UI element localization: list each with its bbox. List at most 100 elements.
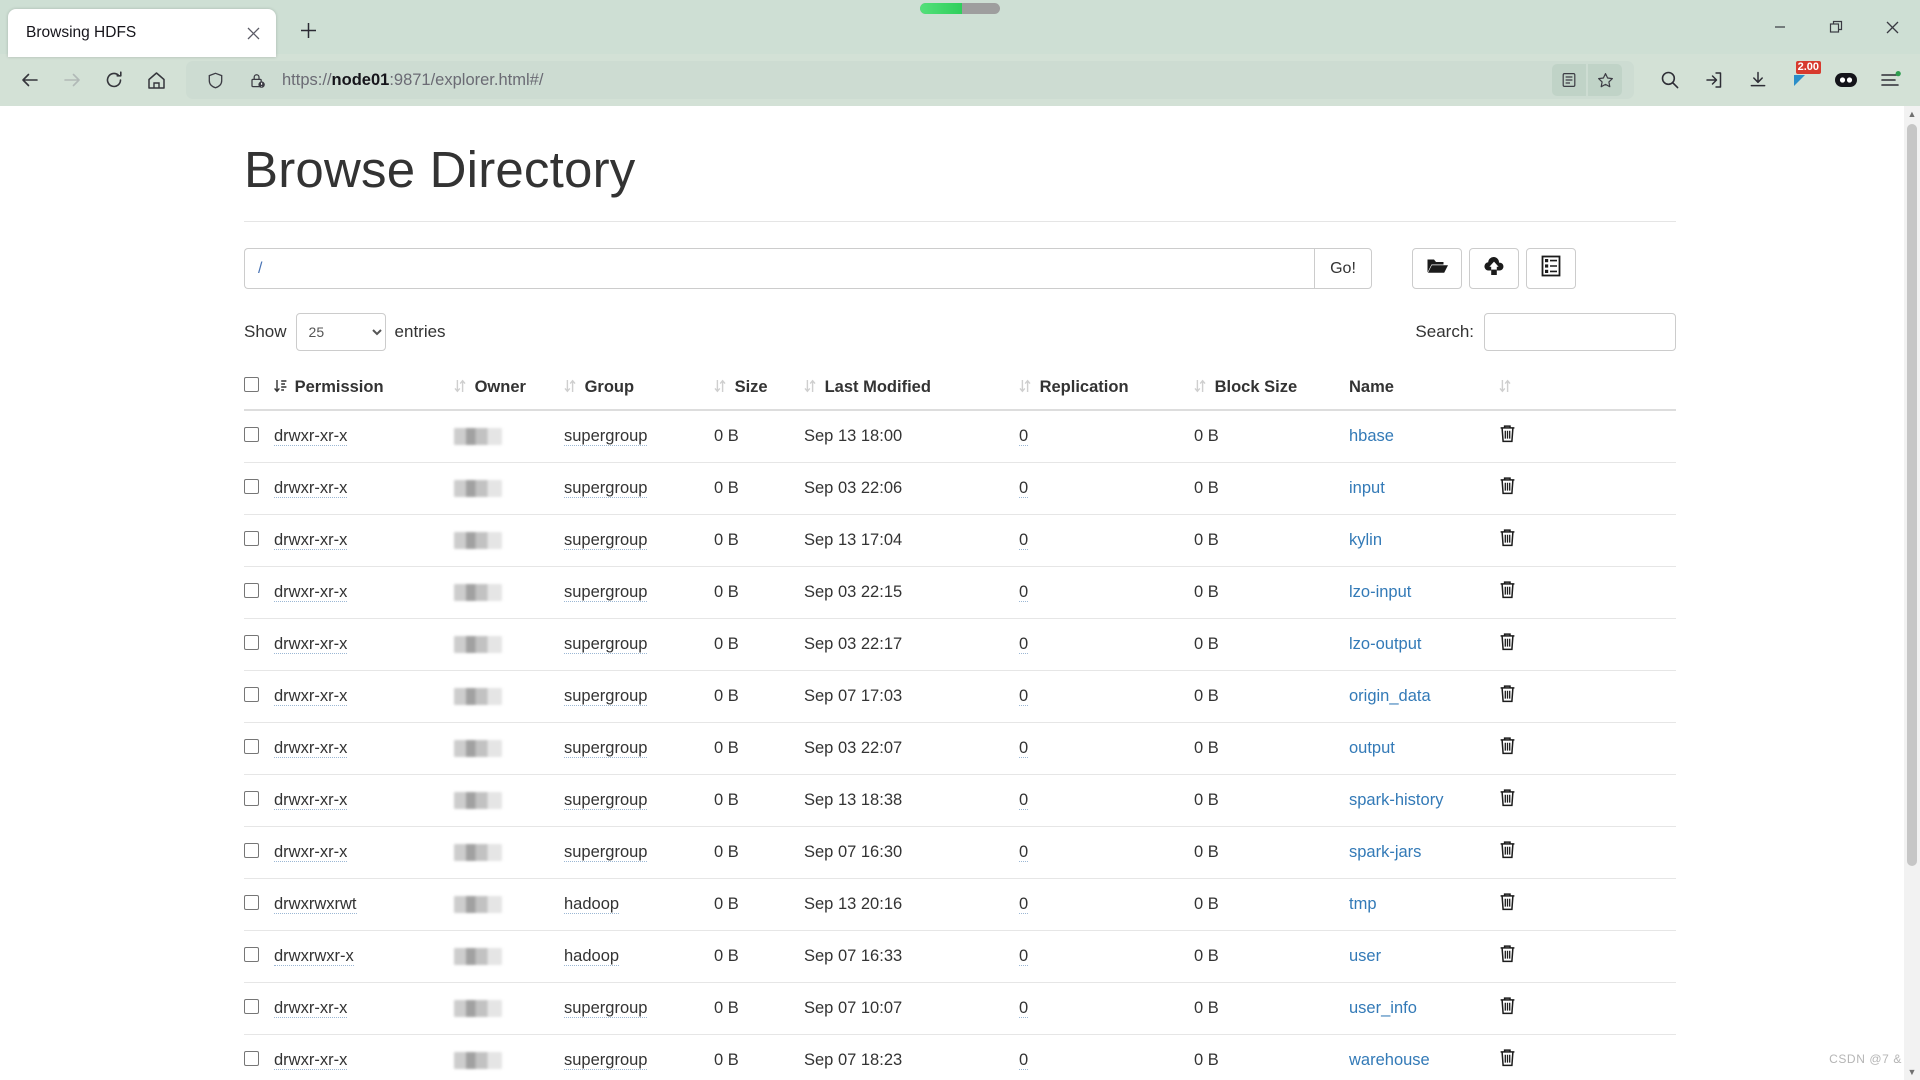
- row-checkbox[interactable]: [244, 634, 259, 650]
- column-header-last-modified[interactable]: Last Modified: [804, 367, 1019, 411]
- row-checkbox[interactable]: [244, 790, 259, 806]
- go-button[interactable]: Go!: [1314, 248, 1372, 289]
- row-select-cell[interactable]: [244, 618, 274, 671]
- row-select-cell[interactable]: [244, 462, 274, 515]
- delete-icon[interactable]: [1499, 477, 1516, 500]
- extension-icon[interactable]: 2.00: [1782, 60, 1822, 100]
- delete-icon[interactable]: [1499, 997, 1516, 1020]
- directory-link[interactable]: spark-history: [1349, 791, 1443, 809]
- delete-icon[interactable]: [1499, 633, 1516, 656]
- column-header-actions[interactable]: [1499, 367, 1676, 411]
- directory-link[interactable]: user: [1349, 947, 1381, 965]
- row-select-cell[interactable]: [244, 878, 274, 931]
- sort-icon[interactable]: [1499, 379, 1515, 396]
- delete-icon[interactable]: [1499, 945, 1516, 968]
- directory-link[interactable]: hbase: [1349, 427, 1394, 445]
- row-checkbox[interactable]: [244, 842, 259, 858]
- shield-icon[interactable]: [198, 64, 232, 96]
- directory-link[interactable]: user_info: [1349, 999, 1417, 1017]
- row-select-cell[interactable]: [244, 930, 274, 983]
- delete-icon[interactable]: [1499, 841, 1516, 864]
- row-checkbox[interactable]: [244, 738, 259, 754]
- sort-icon[interactable]: [564, 379, 580, 396]
- browser-tab[interactable]: Browsing HDFS: [8, 9, 276, 57]
- upload-files-button[interactable]: [1469, 248, 1519, 289]
- directory-link[interactable]: warehouse: [1349, 1051, 1430, 1069]
- search-input[interactable]: [1484, 313, 1676, 351]
- delete-icon[interactable]: [1499, 581, 1516, 604]
- sort-icon[interactable]: [1019, 379, 1035, 396]
- search-icon[interactable]: [1650, 60, 1690, 100]
- close-icon[interactable]: [240, 20, 266, 46]
- directory-link[interactable]: spark-jars: [1349, 843, 1421, 861]
- column-header-size[interactable]: Size: [714, 367, 804, 411]
- container-tabs-icon[interactable]: [1826, 60, 1866, 100]
- directory-link[interactable]: kylin: [1349, 531, 1382, 549]
- restore-icon[interactable]: [1808, 6, 1864, 48]
- column-header-group[interactable]: Group: [564, 367, 714, 411]
- select-all-checkbox[interactable]: [244, 377, 259, 392]
- row-checkbox[interactable]: [244, 582, 259, 598]
- row-checkbox[interactable]: [244, 998, 259, 1014]
- row-select-cell[interactable]: [244, 410, 274, 463]
- row-select-cell[interactable]: [244, 722, 274, 775]
- delete-icon[interactable]: [1499, 737, 1516, 760]
- row-checkbox[interactable]: [244, 1050, 259, 1066]
- column-header-name[interactable]: Name: [1349, 367, 1499, 411]
- column-header-owner[interactable]: Owner: [454, 367, 564, 411]
- path-input[interactable]: [244, 248, 1314, 289]
- delete-icon[interactable]: [1499, 1049, 1516, 1072]
- column-header-permission[interactable]: Permission: [274, 367, 454, 411]
- sort-icon[interactable]: [454, 379, 470, 396]
- reload-icon[interactable]: [94, 60, 134, 100]
- reader-mode-icon[interactable]: [1552, 64, 1586, 96]
- row-select-cell[interactable]: [244, 566, 274, 619]
- forward-icon[interactable]: [52, 60, 92, 100]
- row-checkbox[interactable]: [244, 530, 259, 546]
- delete-icon[interactable]: [1499, 685, 1516, 708]
- account-login-icon[interactable]: [1694, 60, 1734, 100]
- scrollbar-thumb[interactable]: [1907, 124, 1917, 866]
- scroll-down-icon[interactable]: ▼: [1904, 1064, 1920, 1080]
- new-directory-button[interactable]: [1412, 248, 1462, 289]
- sort-amount-icon[interactable]: [274, 379, 290, 396]
- back-icon[interactable]: [10, 60, 50, 100]
- delete-icon[interactable]: [1499, 893, 1516, 916]
- select-all-header[interactable]: [244, 367, 274, 411]
- app-menu-icon[interactable]: [1870, 60, 1910, 100]
- close-window-icon[interactable]: [1864, 6, 1920, 48]
- directory-link[interactable]: input: [1349, 479, 1385, 497]
- directory-link[interactable]: origin_data: [1349, 687, 1431, 705]
- downloads-icon[interactable]: [1738, 60, 1778, 100]
- bookmark-star-icon[interactable]: [1588, 64, 1622, 96]
- row-select-cell[interactable]: [244, 774, 274, 827]
- column-header-block-size[interactable]: Block Size: [1194, 367, 1349, 411]
- row-select-cell[interactable]: [244, 670, 274, 723]
- lock-warning-icon[interactable]: [240, 64, 274, 96]
- sort-icon[interactable]: [1194, 379, 1210, 396]
- page-scrollbar[interactable]: ▲ ▼: [1904, 106, 1920, 1080]
- row-checkbox[interactable]: [244, 894, 259, 910]
- column-header-replication[interactable]: Replication: [1019, 367, 1194, 411]
- delete-icon[interactable]: [1499, 425, 1516, 448]
- row-select-cell[interactable]: [244, 826, 274, 879]
- sort-icon[interactable]: [804, 379, 820, 396]
- directory-link[interactable]: lzo-output: [1349, 635, 1421, 653]
- minimize-icon[interactable]: [1752, 6, 1808, 48]
- directory-link[interactable]: lzo-input: [1349, 583, 1411, 601]
- delete-icon[interactable]: [1499, 529, 1516, 552]
- row-select-cell[interactable]: [244, 1034, 274, 1080]
- row-checkbox[interactable]: [244, 426, 259, 442]
- row-checkbox[interactable]: [244, 478, 259, 494]
- page-length-select[interactable]: 25: [295, 313, 386, 351]
- row-select-cell[interactable]: [244, 982, 274, 1035]
- scroll-up-icon[interactable]: ▲: [1904, 106, 1920, 122]
- cut-paste-button[interactable]: [1526, 248, 1576, 289]
- sort-icon[interactable]: [714, 379, 730, 396]
- directory-link[interactable]: output: [1349, 739, 1395, 757]
- new-tab-button[interactable]: [288, 10, 328, 50]
- row-checkbox[interactable]: [244, 946, 259, 962]
- delete-icon[interactable]: [1499, 789, 1516, 812]
- row-select-cell[interactable]: [244, 514, 274, 567]
- directory-link[interactable]: tmp: [1349, 895, 1377, 913]
